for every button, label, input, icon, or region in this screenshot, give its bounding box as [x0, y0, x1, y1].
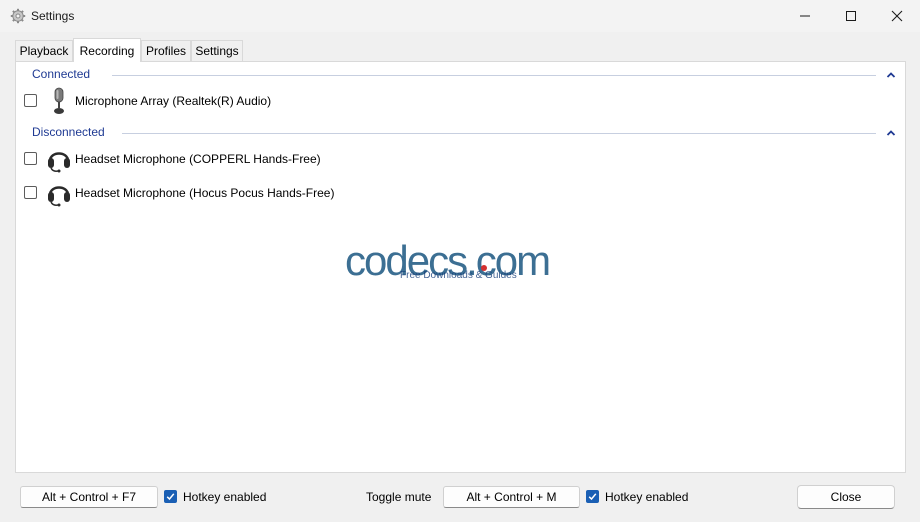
device-checkbox[interactable] — [24, 186, 37, 199]
watermark: codecs.com Free Downloads & Guides — [345, 237, 575, 292]
close-button[interactable]: Close — [797, 485, 895, 509]
chevron-up-icon[interactable] — [884, 126, 898, 140]
checkmark-icon — [166, 493, 175, 501]
hotkey-enabled-label: Hotkey enabled — [183, 490, 267, 504]
device-label: Microphone Array (Realtek(R) Audio) — [75, 94, 272, 108]
group-header-connected[interactable]: Connected — [32, 67, 898, 83]
group-divider — [112, 75, 876, 76]
watermark-tagline: Free Downloads & Guides — [400, 270, 517, 281]
title-bar: Settings — [0, 0, 920, 32]
tab-playback[interactable]: Playback — [15, 40, 73, 61]
group-label: Connected — [32, 67, 97, 81]
list-item[interactable]: Microphone Array (Realtek(R) Audio) — [24, 86, 624, 116]
minimize-button[interactable] — [782, 0, 828, 32]
gear-icon — [10, 8, 26, 24]
tab-profiles[interactable]: Profiles — [141, 40, 191, 61]
tab-recording[interactable]: Recording — [73, 38, 141, 62]
maximize-icon — [846, 11, 856, 21]
hotkey-input-toggle-mute[interactable]: Alt + Control + M — [443, 486, 580, 508]
group-divider — [122, 133, 876, 134]
hotkey-enabled-checkbox[interactable] — [586, 490, 599, 503]
checkmark-icon — [588, 493, 597, 501]
hotkey-enabled-checkbox[interactable] — [164, 490, 177, 503]
toggle-mute-label: Toggle mute — [366, 490, 432, 504]
tab-settings[interactable]: Settings — [191, 40, 243, 61]
watermark-dot — [481, 265, 487, 271]
device-checkbox[interactable] — [24, 94, 37, 107]
list-item[interactable]: Headset Microphone (Hocus Pocus Hands-Fr… — [24, 178, 624, 208]
device-label: Headset Microphone (Hocus Pocus Hands-Fr… — [75, 186, 335, 200]
close-icon — [891, 10, 903, 22]
chevron-up-icon[interactable] — [884, 68, 898, 82]
window-title: Settings — [31, 9, 75, 23]
maximize-button[interactable] — [828, 0, 874, 32]
hotkey-enabled-label: Hotkey enabled — [605, 490, 689, 504]
group-label: Disconnected — [32, 125, 111, 139]
minimize-icon — [800, 15, 810, 17]
device-label: Headset Microphone (COPPERL Hands-Free) — [75, 152, 321, 166]
list-item[interactable]: Headset Microphone (COPPERL Hands-Free) — [24, 144, 624, 174]
headset-icon — [48, 186, 70, 207]
close-window-button[interactable] — [874, 0, 920, 32]
hotkey-input-record[interactable]: Alt + Control + F7 — [20, 486, 158, 508]
group-header-disconnected[interactable]: Disconnected — [32, 125, 898, 141]
device-checkbox[interactable] — [24, 152, 37, 165]
microphone-icon — [54, 87, 64, 114]
headset-icon — [48, 152, 70, 173]
